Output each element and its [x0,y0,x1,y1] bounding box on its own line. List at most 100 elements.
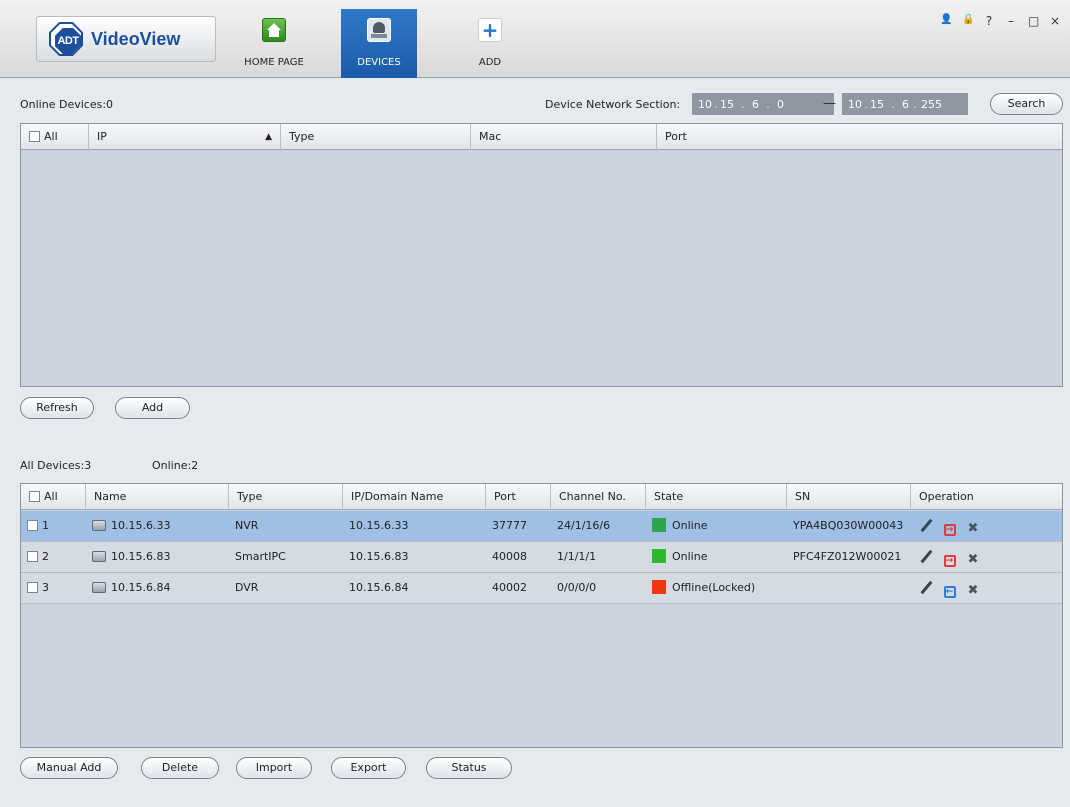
row-number: 3 [42,581,49,594]
device-ip: 10.15.6.84 [349,581,409,594]
edit-icon[interactable] [919,580,933,594]
adt-logo-icon: ADT [49,22,83,56]
app-name: VideoView [91,29,181,49]
edit-icon[interactable] [919,518,933,532]
device-sn: YPA4BQ030W00043 [793,519,904,532]
header-mac[interactable]: Mac [471,124,657,150]
header-operation: Operation [919,490,974,503]
plus-icon: + [478,18,502,42]
ip-end-octet-1[interactable]: 10 [848,98,862,111]
home-icon [262,18,286,42]
device-ip: 10.15.6.33 [349,519,409,532]
top-bar: ADT VideoView HOME PAGE DEVICES + ADD 👤 … [0,0,1070,78]
export-button[interactable]: Export [331,757,406,779]
camera-icon [367,18,391,42]
edit-icon[interactable] [919,549,933,563]
device-icon [92,582,106,593]
delete-button[interactable]: Delete [141,757,219,779]
header-select-all[interactable]: All [21,124,89,150]
devices-table-header: All Name Type IP/Domain Name Port Channe… [21,484,1062,510]
lock-icon[interactable]: 🔒 [962,14,974,28]
maximize-icon[interactable]: □ [1028,14,1039,28]
row-checkbox[interactable] [27,551,38,562]
ip-end-octet-4[interactable]: 255 [921,98,942,111]
help-icon[interactable]: ? [984,14,994,28]
device-name: 10.15.6.33 [111,519,171,532]
ip-start-field[interactable]: 10. 15. 6. 0 [692,93,834,115]
all-devices-table: All Name Type IP/Domain Name Port Channe… [20,483,1063,748]
refresh-button[interactable]: Refresh [20,397,94,419]
row-number: 2 [42,550,49,563]
app-logo: ADT VideoView [36,16,216,62]
device-channel: 1/1/1/1 [557,550,597,563]
row-checkbox[interactable] [27,520,38,531]
minimize-icon[interactable]: – [1006,14,1016,28]
ip-end-field[interactable]: 10. 15. 6. 255 [842,93,968,115]
status-indicator [652,549,666,563]
network-section-label: Device Network Section: [545,98,681,111]
device-icon [92,551,106,562]
add-button[interactable]: Add [115,397,190,419]
online-table-header: All IP ▲ Type Mac Port [21,124,1062,150]
status-indicator [652,580,666,594]
ip-end-octet-3[interactable]: 6 [902,98,909,111]
device-channel: 0/0/0/0 [557,581,597,594]
ip-start-octet-2[interactable]: 15 [720,98,734,111]
header-ip[interactable]: IP ▲ [89,124,281,150]
device-icon [92,520,106,531]
nav-devices[interactable]: DEVICES [341,9,417,78]
header-type[interactable]: Type [229,484,343,510]
device-name: 10.15.6.84 [111,581,171,594]
status-button[interactable]: Status [426,757,512,779]
header-type[interactable]: Type [281,124,471,150]
window-controls: 👤 🔒 ? – □ × [940,14,1060,28]
import-button[interactable]: Import [236,757,312,779]
close-icon[interactable]: × [1050,14,1060,28]
ip-start-octet-4[interactable]: 0 [777,98,784,111]
nav-add[interactable]: + ADD [452,9,528,78]
logout-icon[interactable]: → [943,555,956,567]
table-row[interactable]: 1 10.15.6.33 NVR 10.15.6.33 37777 24/1/1… [21,511,1062,542]
device-sn: PFC4FZ012W00021 [793,550,902,563]
device-port: 37777 [492,519,527,532]
nav-home-label: HOME PAGE [244,57,304,68]
device-type: DVR [235,581,259,594]
device-port: 40002 [492,581,527,594]
nav-devices-label: DEVICES [357,57,401,68]
device-sn [787,573,911,603]
device-state: Offline(Locked) [672,581,756,594]
delete-icon[interactable]: ✖ [966,553,980,567]
row-number: 1 [42,519,49,532]
ip-end-octet-2[interactable]: 15 [870,98,884,111]
header-ip-domain[interactable]: IP/Domain Name [343,484,486,510]
header-sn[interactable]: SN [787,484,911,510]
ip-start-octet-1[interactable]: 10 [698,98,712,111]
user-icon[interactable]: 👤 [940,14,952,28]
select-all-checkbox[interactable] [29,491,40,502]
nav-add-label: ADD [478,57,502,68]
logout-icon[interactable]: → [943,524,956,536]
online-count: Online:2 [152,459,199,472]
delete-icon[interactable]: ✖ [966,584,980,598]
device-name: 10.15.6.83 [111,550,171,563]
all-devices-count: All Devices:3 [20,459,92,472]
device-port: 40008 [492,550,527,563]
header-port[interactable]: Port [486,484,551,510]
nav-home-page[interactable]: HOME PAGE [236,9,312,78]
header-name[interactable]: Name [86,484,229,510]
device-type: SmartIPC [235,550,286,563]
header-port[interactable]: Port [657,124,1062,150]
header-state[interactable]: State [646,484,787,510]
table-row[interactable]: 2 10.15.6.83 SmartIPC 10.15.6.83 40008 1… [21,542,1062,573]
device-state: Online [672,519,708,532]
row-checkbox[interactable] [27,582,38,593]
delete-icon[interactable]: ✖ [966,522,980,536]
header-channel[interactable]: Channel No. [551,484,646,510]
table-row[interactable]: 3 10.15.6.84 DVR 10.15.6.84 40002 0/0/0/… [21,573,1062,604]
ip-start-octet-3[interactable]: 6 [752,98,759,111]
manual-add-button[interactable]: Manual Add [20,757,118,779]
header-select-all[interactable]: All [21,484,86,510]
login-icon[interactable]: ← [943,586,956,598]
select-all-checkbox[interactable] [29,131,40,142]
search-button[interactable]: Search [990,93,1063,115]
